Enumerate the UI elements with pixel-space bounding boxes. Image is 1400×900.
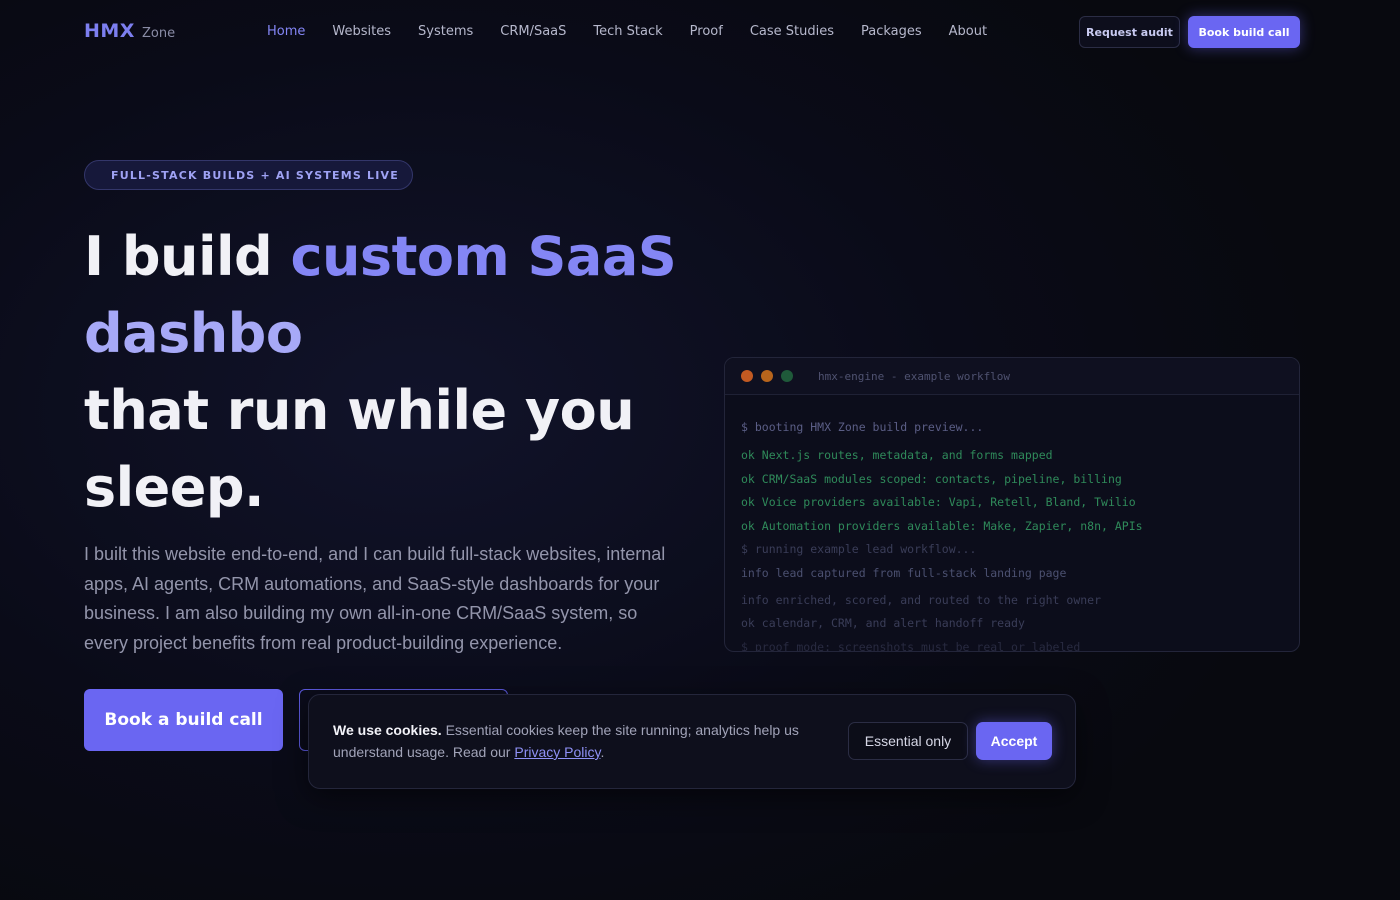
nav-link-about[interactable]: About xyxy=(949,24,987,39)
privacy-policy-link[interactable]: Privacy Policy xyxy=(514,744,600,760)
cookie-tail: . xyxy=(600,744,605,760)
brand-name: HMX xyxy=(84,20,135,42)
brand-suffix: Zone xyxy=(141,26,176,41)
nav-link-systems[interactable]: Systems xyxy=(418,24,473,39)
terminal-body: $ booting HMX Zone build preview... ok N… xyxy=(725,395,1299,652)
nav-link-proof[interactable]: Proof xyxy=(690,24,723,39)
terminal-title: hmx-engine - example workflow xyxy=(818,369,1011,383)
essential-only-button[interactable]: Essential only xyxy=(848,722,968,760)
cookie-heading: We use cookies. xyxy=(333,722,442,738)
nav-link-home[interactable]: Home xyxy=(267,24,305,39)
window-close-dot-icon xyxy=(741,370,753,382)
terminal-line: $ running example lead workflow... xyxy=(741,542,977,556)
terminal-line: $ proof mode: screenshots must be real o… xyxy=(741,639,1081,652)
book-build-call-button[interactable]: Book build call xyxy=(1188,16,1300,48)
hero-title-part-1: I build xyxy=(84,225,291,288)
hero-title-typing: dashbo xyxy=(84,302,303,365)
terminal-line: ok Voice providers available: Vapi, Rete… xyxy=(741,495,1136,509)
hero-description: I built this website end-to-end, and I c… xyxy=(84,544,666,653)
terminal-line: info lead captured from full-stack landi… xyxy=(741,565,1067,580)
hero-title-part-3: that run while you xyxy=(84,379,635,442)
hero-title-part-4: sleep. xyxy=(84,456,265,519)
terminal-line: ok Automation providers available: Make,… xyxy=(741,518,1143,533)
hero-badge: FULL-STACK BUILDS + AI SYSTEMS LIVE xyxy=(84,160,413,190)
hero-title-accent: custom SaaS xyxy=(290,225,677,288)
terminal-line: ok Next.js routes, metadata, and forms m… xyxy=(741,448,1053,462)
terminal-line: ok calendar, CRM, and alert handoff read… xyxy=(741,616,1025,630)
hero-title: I build custom SaaS dashbo that run while … xyxy=(84,218,704,526)
brand-logo[interactable]: HMX Zone xyxy=(84,20,175,42)
cookie-banner: We use cookies. Essential cookies keep t… xyxy=(308,694,1076,789)
nav-links: Home Websites Systems CRM/SaaS Tech Stac… xyxy=(267,24,987,39)
terminal-window: hmx-engine - example workflow $ booting … xyxy=(724,357,1300,652)
terminal-header: hmx-engine - example workflow xyxy=(725,358,1299,395)
terminal-line: ok CRM/SaaS modules scoped: contacts, pi… xyxy=(741,471,1122,486)
cookie-message: We use cookies. Essential cookies keep t… xyxy=(333,719,813,763)
request-audit-button[interactable]: Request audit xyxy=(1079,16,1180,48)
nav-link-case-studies[interactable]: Case Studies xyxy=(750,24,834,39)
book-a-build-call-button[interactable]: Book a build call xyxy=(84,689,283,751)
window-maximize-dot-icon xyxy=(781,370,793,382)
top-nav: HMX Zone Home Websites Systems CRM/SaaS … xyxy=(0,0,1400,66)
terminal-line: info enriched, scored, and routed to the… xyxy=(741,592,1102,607)
window-minimize-dot-icon xyxy=(761,370,773,382)
nav-link-tech-stack[interactable]: Tech Stack xyxy=(593,24,662,39)
nav-link-packages[interactable]: Packages xyxy=(861,24,922,39)
terminal-line: $ booting HMX Zone build preview... xyxy=(741,420,984,434)
nav-link-websites[interactable]: Websites xyxy=(332,24,391,39)
nav-link-crm-saas[interactable]: CRM/SaaS xyxy=(500,24,566,39)
accept-cookies-button[interactable]: Accept xyxy=(976,722,1052,760)
